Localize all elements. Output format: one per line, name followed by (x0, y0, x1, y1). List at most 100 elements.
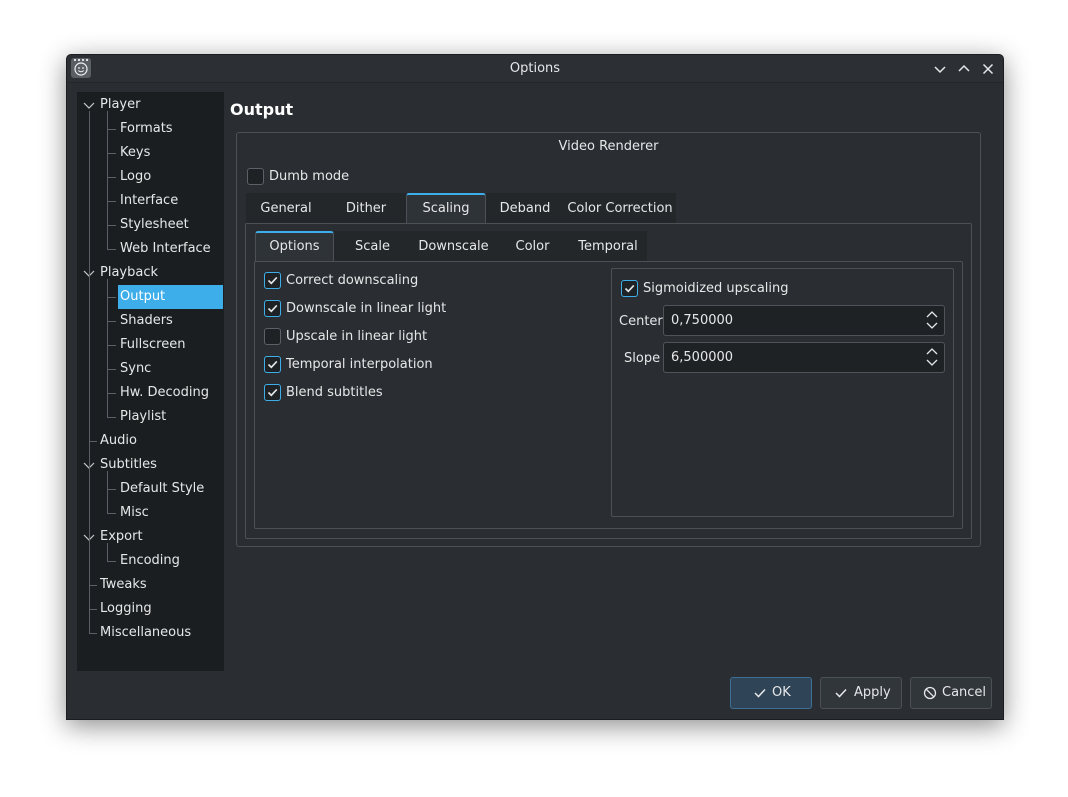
subtab-options[interactable]: Options (255, 231, 334, 262)
chevron-down-icon[interactable] (83, 99, 95, 111)
sidebar-item-hw-decoding[interactable]: Hw. Decoding (78, 381, 223, 405)
option-checkbox[interactable] (264, 384, 281, 401)
option-checkbox[interactable] (264, 272, 281, 289)
sidebar-item-logo[interactable]: Logo (78, 165, 223, 189)
slope-value[interactable]: 6,500000 (671, 350, 733, 365)
tab-scaling[interactable]: Scaling (406, 193, 486, 224)
sidebar-item-player[interactable]: Player (78, 93, 223, 117)
option-label[interactable]: Temporal interpolation (286, 357, 433, 372)
sidebar-item-keys[interactable]: Keys (78, 141, 223, 165)
option-checkbox[interactable] (264, 356, 281, 373)
tree-branch-line (107, 369, 116, 370)
checkmark-icon (624, 284, 635, 293)
spin-arrows-icon[interactable] (926, 346, 938, 368)
subtab-scale[interactable]: Scale (334, 231, 411, 261)
tab-deband[interactable]: Deband (486, 193, 564, 223)
options-window: Options Player Formats Keys Logo Interface St… (66, 54, 1004, 720)
sigmoid-label[interactable]: Sigmoidized upscaling (643, 281, 789, 296)
apply-label: Apply (854, 685, 891, 700)
page-title: Output (230, 100, 294, 119)
sidebar-item-label: Fullscreen (120, 337, 186, 352)
tree-branch-line (107, 561, 116, 562)
sidebar-item-interface[interactable]: Interface (78, 189, 223, 213)
sidebar-item-misc[interactable]: Misc (78, 501, 223, 525)
tree-branch-line (107, 225, 116, 226)
tree-child-line (107, 471, 108, 513)
tree-branch-line (107, 201, 116, 202)
maximize-button[interactable] (954, 59, 974, 79)
check-icon (835, 688, 847, 698)
apply-button[interactable]: Apply (820, 677, 902, 709)
checkmark-icon (267, 360, 278, 369)
tab-dither[interactable]: Dither (326, 193, 406, 223)
option-label[interactable]: Correct downscaling (286, 273, 418, 288)
tab-color-correction[interactable]: Color Correction (564, 193, 676, 223)
tree-branch-line (107, 177, 116, 178)
sidebar-item-label: Miscellaneous (100, 625, 192, 640)
option-label[interactable]: Upscale in linear light (286, 329, 427, 344)
checkmark-icon (267, 388, 278, 397)
ok-button[interactable]: OK (730, 677, 812, 709)
tab-general[interactable]: General (246, 193, 326, 223)
sidebar-item-playback[interactable]: Playback (78, 261, 223, 285)
tree-branch-line (107, 513, 116, 514)
tree-branch-line (107, 489, 116, 490)
close-button[interactable] (978, 59, 998, 79)
dumb-mode-checkbox[interactable] (247, 168, 264, 185)
spin-arrows-icon[interactable] (926, 309, 938, 331)
video-renderer-group: Video Renderer Dumb mode General Dither … (236, 132, 981, 547)
sidebar-item-web-interface[interactable]: Web Interface (78, 237, 223, 261)
sidebar-item-export[interactable]: Export (78, 525, 223, 549)
sidebar-item-tweaks[interactable]: Tweaks (78, 573, 223, 597)
tree-branch-line (89, 441, 97, 442)
scaling-tab-pane: Options Scale Downscale Color Temporal C… (245, 223, 972, 539)
sidebar-item-label: Export (100, 529, 143, 544)
sidebar-item-logging[interactable]: Logging (78, 597, 223, 621)
option-checkbox[interactable] (264, 328, 281, 345)
tree-branch-line (107, 153, 116, 154)
tree-child-line (107, 111, 108, 249)
sidebar-item-subtitles[interactable]: Subtitles (78, 453, 223, 477)
sidebar-item-formats[interactable]: Formats (78, 117, 223, 141)
chevron-up-icon (958, 64, 970, 72)
sidebar-item-shaders[interactable]: Shaders (78, 309, 223, 333)
center-spinbox[interactable]: 0,750000 (663, 305, 945, 336)
tree-branch-line (107, 249, 116, 250)
cancel-button[interactable]: Cancel (910, 677, 992, 709)
slope-spinbox[interactable]: 6,500000 (663, 342, 945, 373)
sidebar-item-label: Subtitles (100, 457, 157, 472)
sidebar-item-label: Hw. Decoding (120, 385, 209, 400)
sidebar-item-audio[interactable]: Audio (78, 429, 223, 453)
tree-branch-line (107, 129, 116, 130)
tree-branch-line (107, 417, 116, 418)
sidebar-item-miscellaneous[interactable]: Miscellaneous (78, 621, 223, 645)
sidebar-item-playlist[interactable]: Playlist (78, 405, 223, 429)
sidebar-item-label: Default Style (120, 481, 205, 496)
sidebar-item-default-style[interactable]: Default Style (78, 477, 223, 501)
tree-branch-line (107, 393, 116, 394)
sigmoid-group: Sigmoidized upscaling Center 0,750000 Sl… (611, 268, 954, 517)
sidebar-item-label: Sync (120, 361, 152, 376)
sidebar-item-label: Misc (120, 505, 149, 520)
sidebar-item-stylesheet[interactable]: Stylesheet (78, 213, 223, 237)
tree-child-line (107, 543, 108, 561)
sidebar-item-sync[interactable]: Sync (78, 357, 223, 381)
sidebar-item-label: Interface (120, 193, 179, 208)
option-checkbox[interactable] (264, 300, 281, 317)
subtab-color[interactable]: Color (496, 231, 569, 261)
settings-tree[interactable]: Player Formats Keys Logo Interface Stylesheet… (77, 92, 224, 671)
minimize-button[interactable] (930, 59, 950, 79)
subtab-downscale[interactable]: Downscale (411, 231, 496, 261)
chevron-down-icon (934, 66, 946, 74)
sidebar-item-label: Output (120, 289, 166, 304)
option-label[interactable]: Downscale in linear light (286, 301, 446, 316)
sidebar-item-label: Formats (120, 121, 173, 136)
sidebar-item-fullscreen[interactable]: Fullscreen (78, 333, 223, 357)
option-label[interactable]: Blend subtitles (286, 385, 383, 400)
dumb-mode-label[interactable]: Dumb mode (269, 169, 349, 184)
subtab-temporal[interactable]: Temporal (569, 231, 647, 261)
center-value[interactable]: 0,750000 (671, 313, 733, 328)
sigmoid-checkbox[interactable] (621, 280, 638, 297)
sidebar-item-output[interactable]: Output (78, 285, 223, 309)
sidebar-item-encoding[interactable]: Encoding (78, 549, 223, 573)
